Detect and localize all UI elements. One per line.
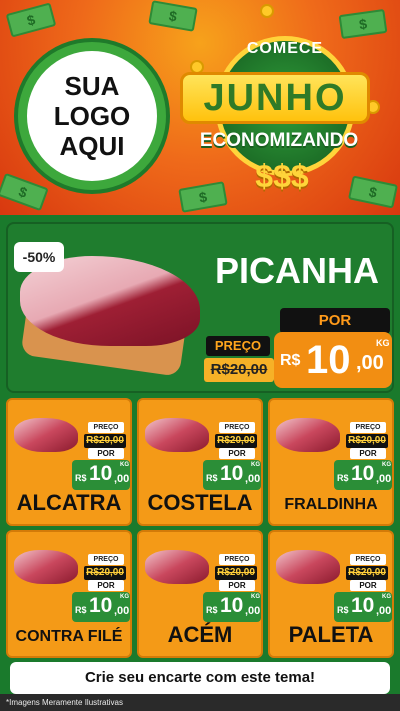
old-price: R$20,00 [204,358,274,382]
promo-line-2: JUNHO [180,72,370,124]
currency: R$ [75,605,87,615]
logo-text-2: LOGO [53,101,131,131]
preco-label: PREÇO [219,422,255,433]
price-dec: ,00 [114,605,130,617]
new-price: R$ 10 ,00 KG [274,332,392,388]
logo-text-1: SUA [64,71,120,101]
price-dec: ,00 [376,473,392,485]
old-price: R$20,00 [84,434,126,448]
new-price: R$ 10 ,00 KG [334,592,392,622]
logo-text-3: AQUI [59,131,125,161]
price-unit: KG [251,462,260,468]
product-name: ACÉM [167,622,233,647]
product-card-paleta[interactable]: PREÇO R$20,00 POR R$ 10 ,00 KG PALETA [268,530,394,658]
old-price: R$20,00 [215,566,257,580]
new-price: R$ 10 ,00 KG [203,460,261,490]
por-label: POR [88,448,124,459]
old-price: R$20,00 [346,566,388,580]
price-int: 10 [306,338,351,382]
price-int: 10 [89,594,113,617]
old-price: R$20,00 [84,566,126,580]
por-label: POR [219,580,255,591]
product-name: COSTELA [147,490,253,515]
preco-label: PREÇO [350,554,386,565]
cta-button[interactable]: Crie seu encarte com este tema! [10,662,390,694]
price-dec: ,00 [245,605,261,617]
promo-line-4: $$$ [255,158,309,194]
currency: R$ [75,473,87,483]
price-unit: KG [376,338,390,348]
discount-badge: -50% [14,242,64,272]
product-name: PALETA [288,622,374,647]
price-dec: ,00 [376,605,392,617]
product-image [276,550,340,584]
product-image [276,418,340,452]
currency: R$ [206,473,218,483]
price-dec: ,00 [114,473,130,485]
new-price: R$ 10 ,00 KG [72,460,130,490]
product-name: CONTRA FILÉ [15,628,123,645]
product-image [145,550,209,584]
por-label: POR [350,580,386,591]
price-int: 10 [220,462,244,485]
price-int: 10 [351,462,375,485]
money-bill-icon [5,2,57,38]
currency: R$ [337,605,349,615]
preco-label: PREÇO [88,422,124,433]
promo-badge: COMECE JUNHO ECONOMIZANDO $$$ [180,30,380,210]
new-price: R$ 10 ,00 KG [203,592,261,622]
currency: R$ [337,473,349,483]
featured-product-card[interactable]: -50% PICANHA POR PREÇO R$20,00 R$ 10 ,00… [6,222,394,393]
promo-line-3: ECONOMIZANDO [199,130,359,151]
product-image [14,550,78,584]
por-label: POR [280,308,390,334]
product-card-contra-file[interactable]: PREÇO R$20,00 POR R$ 10 ,00 KG CONTRA FI… [6,530,132,658]
featured-title: PICANHA [214,250,379,291]
product-image [145,418,209,452]
product-name: FRALDINHA [284,496,378,513]
currency: R$ [280,352,301,369]
price-unit: KG [120,462,129,468]
preco-label: PREÇO [350,422,386,433]
preco-label: PREÇO [206,336,270,356]
header-banner: SUA LOGO AQUI COMECE JUNHO ECONOMIZANDO … [0,0,400,215]
product-card-costela[interactable]: PREÇO R$20,00 POR R$ 10 ,00 KG COSTELA [137,398,263,526]
money-bill-icon [0,172,49,212]
price-int: 10 [220,594,244,617]
product-card-alcatra[interactable]: PREÇO R$20,00 POR R$ 10 ,00 KG ALCATRA [6,398,132,526]
footnote: *Imagens Meramente Ilustrativas [6,698,123,707]
price-dec: ,00 [245,473,261,485]
preco-label: PREÇO [88,554,124,565]
por-label: POR [219,448,255,459]
promo-line-1: COMECE [246,40,324,57]
money-bill-icon [148,0,198,32]
old-price: R$20,00 [346,434,388,448]
price-int: 10 [351,594,375,617]
product-name: ALCATRA [16,490,122,515]
price-unit: KG [382,594,391,600]
old-price: R$20,00 [215,434,257,448]
price-unit: KG [251,594,260,600]
product-image [14,418,78,452]
new-price: R$ 10 ,00 KG [72,592,130,622]
preco-label: PREÇO [219,554,255,565]
product-card-fraldinha[interactable]: PREÇO R$20,00 POR R$ 10 ,00 KG FRALDINHA [268,398,394,526]
price-int: 10 [89,462,113,485]
new-price: R$ 10 ,00 KG [334,460,392,490]
por-label: POR [88,580,124,591]
price-dec: ,00 [356,352,384,374]
price-unit: KG [120,594,129,600]
price-unit: KG [382,462,391,468]
currency: R$ [206,605,218,615]
coin-icon [260,4,274,18]
por-label: POR [350,448,386,459]
logo-placeholder: SUA LOGO AQUI [18,42,166,190]
product-card-acem[interactable]: PREÇO R$20,00 POR R$ 10 ,00 KG ACÉM [137,530,263,658]
